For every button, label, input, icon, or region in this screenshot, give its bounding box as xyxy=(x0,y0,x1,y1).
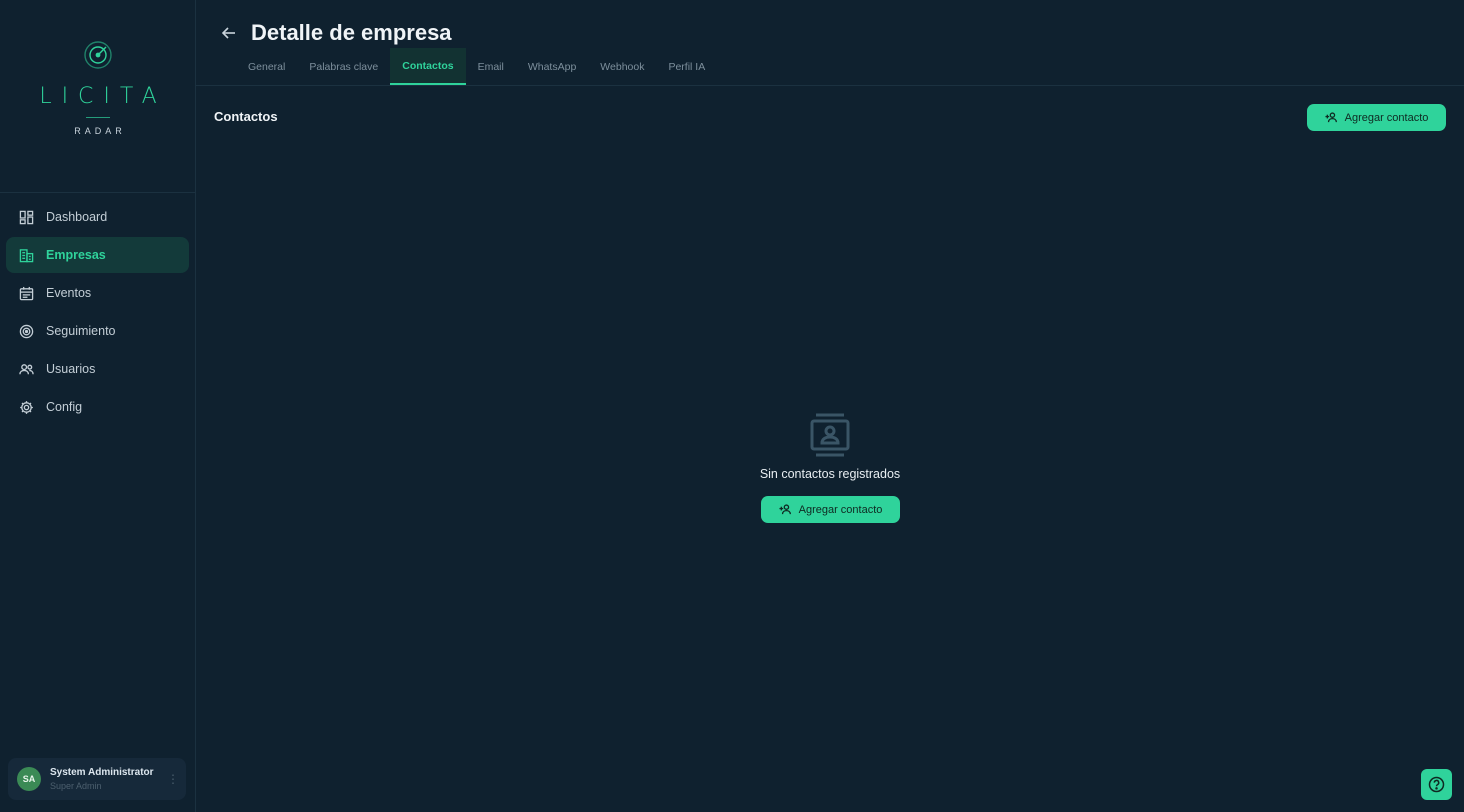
users-icon xyxy=(19,362,34,377)
person-add-icon xyxy=(1325,112,1337,123)
sidebar-item-config[interactable]: Config xyxy=(6,389,189,425)
tab-email[interactable]: Email xyxy=(466,48,516,85)
tab-webhook[interactable]: Webhook xyxy=(588,48,656,85)
more-vertical-icon[interactable]: ⋮ xyxy=(166,772,180,786)
gear-icon xyxy=(19,400,34,415)
user-card[interactable]: SA System Administrator Super Admin ⋮ xyxy=(8,758,186,800)
brand-logo[interactable]: LICITA RADAR xyxy=(0,40,196,136)
empty-add-contact-button-label: Agregar contacto xyxy=(798,503,883,516)
add-contact-button[interactable]: Agregar contacto xyxy=(1307,104,1446,131)
sidebar-item-label: Seguimiento xyxy=(46,324,116,338)
calendar-icon xyxy=(19,286,34,301)
dashboard-icon xyxy=(19,210,34,225)
sidebar-item-empresas[interactable]: Empresas xyxy=(6,237,189,273)
user-role: Super Admin xyxy=(50,781,102,791)
page-header: Detalle de empresa General Palabras clav… xyxy=(196,0,1464,86)
user-name: System Administrator xyxy=(50,767,154,778)
sidebar-item-usuarios[interactable]: Usuarios xyxy=(6,351,189,387)
sidebar-item-label: Empresas xyxy=(46,248,106,262)
brand-divider xyxy=(86,117,110,118)
sidebar-item-label: Usuarios xyxy=(46,362,96,376)
user-info: System Administrator Super Admin xyxy=(50,767,166,791)
arrow-left-icon[interactable] xyxy=(220,24,238,42)
sidebar-item-label: Eventos xyxy=(46,286,92,300)
tabs: General Palabras clave Contactos Email W… xyxy=(236,48,717,86)
person-add-icon xyxy=(779,504,791,515)
tab-general[interactable]: General xyxy=(236,48,297,85)
help-button[interactable] xyxy=(1421,769,1452,800)
tab-contactos[interactable]: Contactos xyxy=(390,48,466,85)
tab-whatsapp[interactable]: WhatsApp xyxy=(516,48,588,85)
avatar: SA xyxy=(17,767,41,791)
section-title: Contactos xyxy=(214,109,278,124)
sidebar-item-dashboard[interactable]: Dashboard xyxy=(6,199,189,235)
sidebar-item-eventos[interactable]: Eventos xyxy=(6,275,189,311)
brand-subtitle: RADAR xyxy=(74,126,126,136)
page-title: Detalle de empresa xyxy=(251,20,452,45)
empty-state-message: Sin contactos registrados xyxy=(759,467,901,481)
tab-palabras-clave[interactable]: Palabras clave xyxy=(297,48,390,85)
empty-add-contact-button[interactable]: Agregar contacto xyxy=(761,496,900,523)
sidebar: LICITA RADAR Dashboard Empresas Eventos … xyxy=(0,0,196,812)
radar-icon xyxy=(84,41,112,69)
help-icon xyxy=(1428,776,1445,793)
sidebar-divider xyxy=(0,192,195,193)
contact-card-icon xyxy=(810,413,850,457)
sidebar-item-seguimiento[interactable]: Seguimiento xyxy=(6,313,189,349)
brand-word: LICITA xyxy=(39,84,167,109)
building-icon xyxy=(19,248,34,263)
tab-perfil-ia[interactable]: Perfil IA xyxy=(656,48,717,85)
sidebar-nav: Dashboard Empresas Eventos Seguimiento U… xyxy=(6,199,189,427)
target-icon xyxy=(19,324,34,339)
sidebar-item-label: Config xyxy=(46,400,83,414)
sidebar-item-label: Dashboard xyxy=(46,210,108,224)
add-contact-button-label: Agregar contacto xyxy=(1344,111,1429,124)
